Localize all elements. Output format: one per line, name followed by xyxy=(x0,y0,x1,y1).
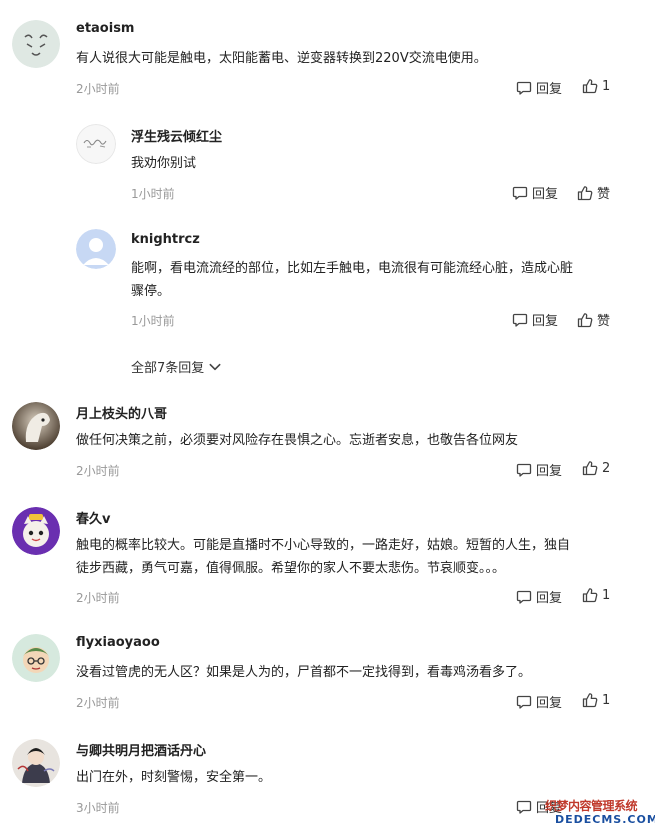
like-button[interactable]: 1 xyxy=(582,78,610,94)
username[interactable]: 春久v xyxy=(76,508,110,527)
thumbs-up-icon xyxy=(582,78,598,94)
thumbs-up-icon xyxy=(577,185,593,201)
reply-label: 回复 xyxy=(536,591,563,606)
like-count: 2 xyxy=(602,460,611,476)
like-button[interactable]: 1 xyxy=(582,587,610,603)
reply-button[interactable]: 回复 xyxy=(516,460,562,479)
username[interactable]: 月上枝头的八哥 xyxy=(76,403,167,422)
timestamp: 2小时前 xyxy=(76,82,120,96)
timestamp: 2小时前 xyxy=(76,696,120,710)
avatar[interactable] xyxy=(76,124,116,164)
avatar-image xyxy=(12,634,60,682)
reply-button[interactable]: 回复 xyxy=(516,78,562,97)
avatar-image xyxy=(76,124,116,164)
thumbs-up-icon xyxy=(582,587,598,603)
username[interactable]: 与卿共明月把酒话丹心 xyxy=(76,740,206,759)
avatar-image xyxy=(12,507,60,555)
comment-text: 有人说很大可能是触电，太阳能蓄电、逆变器转换到220V交流电使用。 xyxy=(76,51,487,66)
reply-icon xyxy=(516,694,532,710)
avatar-image xyxy=(12,20,60,68)
reply-button[interactable]: 回复 xyxy=(512,310,558,329)
comment-text: 没看过管虎的无人区？如果是人为的，尸首都不一定找得到，看毒鸡汤看多了。 xyxy=(76,665,532,680)
reply-icon xyxy=(512,185,528,201)
like-count: 1 xyxy=(602,78,611,94)
thumbs-up-icon xyxy=(582,460,598,476)
reply-button[interactable]: 回复 xyxy=(516,692,562,711)
comment-text: 我劝你别试 xyxy=(131,156,197,171)
reply-label: 回复 xyxy=(536,82,563,97)
avatar-image xyxy=(12,402,60,450)
username[interactable]: flyxiaoyaoo xyxy=(76,635,160,650)
expand-replies-label: 全部7条回复 xyxy=(131,361,205,376)
reply-label: 回复 xyxy=(536,696,563,711)
watermark-domain: DEDECMS.COM xyxy=(555,813,655,826)
reply-label: 回复 xyxy=(532,314,559,329)
avatar[interactable] xyxy=(12,20,60,68)
comment-text-continued: 骤停。 xyxy=(131,284,171,299)
chevron-down-icon xyxy=(208,360,222,374)
avatar[interactable] xyxy=(12,739,60,787)
reply-label: 回复 xyxy=(532,187,559,202)
like-label: 赞 xyxy=(597,187,611,202)
reply-button[interactable]: 回复 xyxy=(516,587,562,606)
like-button[interactable]: 赞 xyxy=(577,183,610,202)
reply-label: 回复 xyxy=(536,464,563,479)
reply-icon xyxy=(512,312,528,328)
reply-icon xyxy=(516,799,532,815)
watermark: 织梦内容管理系统 DEDECMS.COM xyxy=(541,793,655,830)
avatar[interactable] xyxy=(12,402,60,450)
timestamp: 1小时前 xyxy=(131,187,175,201)
comment-text: 触电的概率比较大。可能是直播时不小心导致的，一路走好，姑娘。短暂的人生，独自 xyxy=(76,538,571,553)
username[interactable]: knightrcz xyxy=(131,232,200,247)
reply-button[interactable]: 回复 xyxy=(512,183,558,202)
comment-text-continued: 徒步西藏，勇气可嘉，值得佩服。希望你的家人不要太悲伤。节哀顺变。。。 xyxy=(76,561,506,576)
like-button[interactable]: 1 xyxy=(582,692,610,708)
thumbs-up-icon xyxy=(577,312,593,328)
comment-text: 出门在外，时刻警惕，安全第一。 xyxy=(76,770,272,785)
comment-text: 做任何决策之前，必须要对风险存在畏惧之心。忘逝者安息，也敬告各位网友 xyxy=(76,433,519,448)
comment-text: 能啊，看电流流经的部位，比如左手触电，电流很有可能流经心脏，造成心脏 xyxy=(131,261,574,276)
reply-icon xyxy=(516,80,532,96)
avatar[interactable] xyxy=(12,507,60,555)
like-button[interactable]: 2 xyxy=(582,460,610,476)
avatar[interactable] xyxy=(76,229,116,269)
username[interactable]: 浮生残云倾红尘 xyxy=(131,126,222,145)
like-label: 赞 xyxy=(597,314,611,329)
timestamp: 2小时前 xyxy=(76,464,120,478)
expand-replies-button[interactable]: 全部7条回复 xyxy=(131,357,222,376)
username[interactable]: etaoism xyxy=(76,21,134,36)
timestamp: 1小时前 xyxy=(131,314,175,328)
timestamp: 2小时前 xyxy=(76,591,120,605)
like-count: 1 xyxy=(602,587,611,603)
thumbs-up-icon xyxy=(582,692,598,708)
reply-icon xyxy=(516,462,532,478)
avatar-image xyxy=(76,229,116,269)
avatar[interactable] xyxy=(12,634,60,682)
watermark-title: 织梦内容管理系统 xyxy=(545,799,638,813)
like-count: 1 xyxy=(602,692,611,708)
reply-icon xyxy=(516,589,532,605)
timestamp: 3小时前 xyxy=(76,801,120,815)
avatar-image xyxy=(12,739,60,787)
like-button[interactable]: 赞 xyxy=(577,310,610,329)
